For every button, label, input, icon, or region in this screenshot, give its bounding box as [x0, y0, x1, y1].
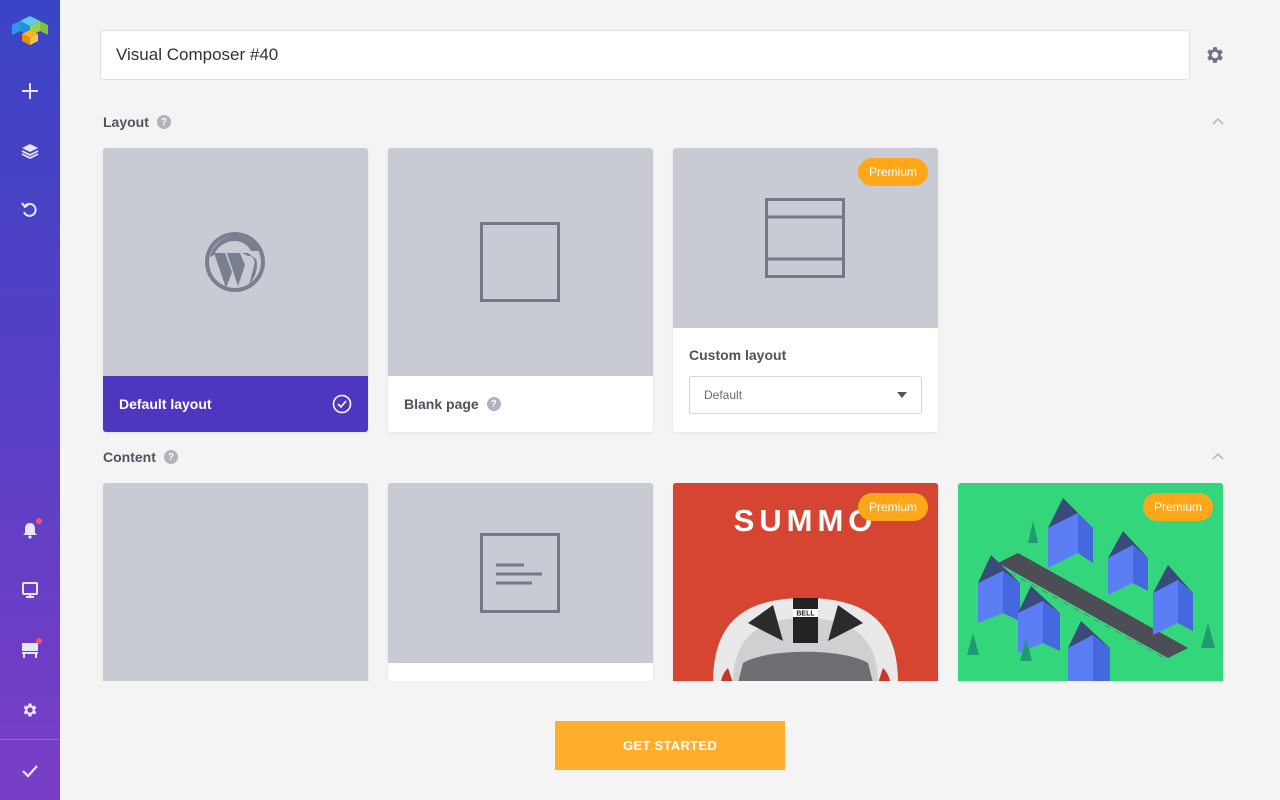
default-layout-card[interactable]: Default layout	[103, 148, 368, 432]
text-page-icon	[480, 533, 560, 613]
publish-button[interactable]	[0, 751, 60, 791]
tree-view-button[interactable]	[0, 131, 60, 171]
get-started-button[interactable]: GET STARTED	[555, 721, 785, 770]
default-layout-footer: Default layout	[103, 376, 368, 432]
layers-icon	[21, 144, 39, 160]
content-text-thumbnail	[388, 483, 653, 663]
helmet-image: BELL	[713, 598, 898, 681]
wordpress-icon	[205, 232, 265, 292]
content-blank-thumbnail	[103, 483, 368, 681]
blank-page-card[interactable]: Blank page ?	[388, 148, 653, 432]
helmet-brand-text: BELL	[796, 611, 815, 618]
premium-badge: Premium	[857, 493, 928, 521]
layout-section-header: Layout ?	[103, 114, 171, 130]
default-layout-thumbnail	[103, 148, 368, 376]
logo-icon[interactable]	[10, 14, 50, 46]
dropdown-caret-icon	[897, 392, 907, 398]
plus-icon	[22, 83, 38, 99]
custom-layout-icon	[765, 198, 845, 278]
content-collapse-chevron-icon[interactable]	[1210, 451, 1226, 463]
custom-layout-footer: Custom layout	[673, 338, 938, 372]
blank-page-icon	[480, 222, 560, 302]
undo-button[interactable]	[0, 190, 60, 230]
custom-layout-select-value: Default	[704, 388, 743, 402]
content-templates-row: SUMMO BELL Premium Premium	[0, 483, 1280, 681]
selected-check-icon	[332, 394, 352, 414]
summo-template-card[interactable]: SUMMO BELL Premium	[673, 483, 938, 681]
blank-page-label: Blank page	[404, 396, 479, 412]
sidebar-divider	[0, 739, 60, 740]
custom-layout-label: Custom layout	[689, 347, 787, 363]
default-layout-label: Default layout	[119, 396, 212, 412]
layout-help-icon[interactable]: ?	[156, 115, 171, 129]
custom-layout-card[interactable]: Premium Custom layout Default	[673, 148, 938, 432]
layout-collapse-chevron-icon[interactable]	[1210, 116, 1226, 128]
custom-layout-select[interactable]: Default	[689, 376, 922, 414]
isometric-template-card[interactable]: Premium	[958, 483, 1223, 681]
add-element-button[interactable]	[0, 71, 60, 111]
settings-button[interactable]	[0, 690, 60, 730]
content-text-card[interactable]	[388, 483, 653, 681]
undo-icon	[21, 202, 37, 217]
content-blank-card[interactable]	[103, 483, 368, 681]
page-title-input[interactable]	[100, 30, 1190, 80]
content-section-header: Content ?	[103, 449, 178, 465]
blank-page-thumbnail	[388, 148, 653, 376]
premium-badge: Premium	[1142, 493, 1213, 521]
layout-section-title: Layout	[103, 114, 149, 130]
content-help-icon[interactable]: ?	[163, 450, 178, 464]
blank-page-footer: Blank page ?	[388, 376, 653, 432]
check-icon	[22, 765, 38, 778]
gear-icon	[23, 703, 37, 717]
blank-page-help-icon[interactable]: ?	[486, 397, 501, 411]
page-settings-gear-icon[interactable]	[1204, 44, 1226, 66]
premium-badge: Premium	[857, 158, 928, 186]
content-section-title: Content	[103, 449, 156, 465]
